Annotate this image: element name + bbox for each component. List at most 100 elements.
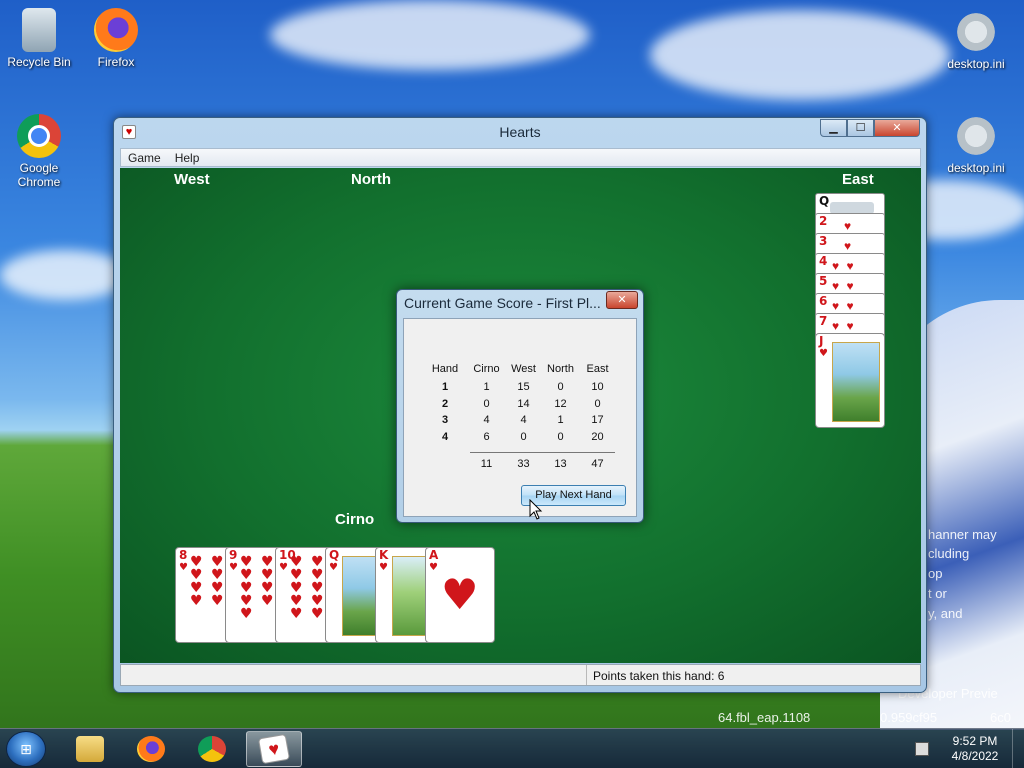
show-desktop-button[interactable] xyxy=(1012,729,1024,768)
card-rank: 5 xyxy=(819,274,828,288)
player-label-west: West xyxy=(174,171,210,188)
window-titlebar[interactable]: ♥ Hearts ▁ ☐ ✕ xyxy=(114,118,926,146)
desktop-icon-label: Firefox xyxy=(97,55,135,69)
card-rank: K xyxy=(379,548,389,562)
points-taken-status: Points taken this hand: 6 xyxy=(593,669,725,683)
taskbar-file-explorer[interactable] xyxy=(62,731,118,767)
desktop-icon-firefox[interactable]: Firefox xyxy=(78,8,154,69)
player-label-east: East xyxy=(842,171,874,188)
maximize-button[interactable]: ☐ xyxy=(847,119,874,137)
dialog-title: Current Game Score - First Pl... xyxy=(404,295,601,311)
action-center-flag-icon[interactable] xyxy=(915,742,929,756)
desktop-icon-label: Google Chrome xyxy=(17,161,61,189)
player-label-south: Cirno xyxy=(335,511,375,528)
card-rank: 8 xyxy=(179,548,188,562)
status-divider xyxy=(586,665,587,685)
firefox-icon xyxy=(94,8,138,52)
desktop-icon-recycle-bin[interactable]: Recycle Bin xyxy=(1,8,77,69)
score-cell: 4 xyxy=(483,414,490,427)
east-taken-card-jack: J ♥ xyxy=(815,333,885,428)
score-cell: 1 xyxy=(483,381,490,394)
score-table: Hand Cirno West North East 1 1 15 0 10 2 xyxy=(422,363,616,445)
jack-face-art xyxy=(832,342,880,422)
card-rank: 7 xyxy=(819,314,828,328)
score-cell: 12 xyxy=(554,397,567,410)
settings-file-icon xyxy=(954,10,998,54)
card-suit: ♥ xyxy=(819,348,828,359)
hearts-icon: ♥ xyxy=(257,733,291,765)
taskbar: ⊞ ♥ 9:52 PM 4/8/2022 xyxy=(0,728,1024,768)
score-row: 2 0 14 12 0 xyxy=(422,396,616,413)
card-pips: ♥ ♥ xyxy=(832,279,856,293)
dialog-body: Hand Cirno West North East 1 1 15 0 10 2 xyxy=(403,318,637,517)
wallpaper-cloud xyxy=(270,0,590,70)
wallpaper-cloud xyxy=(650,10,950,100)
card-pips: ♥ ♥ xyxy=(832,299,856,313)
hand-number: 1 xyxy=(441,381,449,394)
close-button[interactable]: ✕ xyxy=(874,119,920,137)
recycle-bin-icon xyxy=(22,8,56,52)
score-cell: 1 xyxy=(557,414,564,427)
wallpaper-text: t or xyxy=(928,586,947,601)
score-cell: 20 xyxy=(591,430,604,443)
score-cell: 10 xyxy=(591,381,604,394)
wallpaper-text: 6c0 xyxy=(990,710,1011,725)
hand-number: 4 xyxy=(441,430,449,443)
chrome-icon xyxy=(17,114,61,158)
card-suit: ♥ xyxy=(179,562,188,573)
minimize-button[interactable]: ▁ xyxy=(820,119,847,137)
desktop-icon-label: Recycle Bin xyxy=(7,55,71,69)
menu-help[interactable]: Help xyxy=(168,149,207,166)
card-rank: 2 xyxy=(819,214,828,228)
file-explorer-icon xyxy=(76,736,104,762)
score-row: 3 4 4 1 17 xyxy=(422,412,616,429)
hand-number: 3 xyxy=(441,414,449,427)
score-cell: 6 xyxy=(483,430,490,443)
score-row: 1 1 15 0 10 xyxy=(422,379,616,396)
wallpaper-text: cluding xyxy=(928,546,970,561)
window-title: Hearts xyxy=(499,124,541,140)
column-header: East xyxy=(586,363,609,375)
taskbar-hearts[interactable]: ♥ xyxy=(246,731,302,767)
desktop-icon-label: desktop.ini xyxy=(947,161,1005,175)
card-rank: 6 xyxy=(819,294,828,308)
column-header: Cirno xyxy=(473,363,500,375)
score-dialog: Current Game Score - First Pl... ✕ Hand … xyxy=(396,289,644,523)
card-rank: J xyxy=(819,334,824,348)
desktop-icon-chrome[interactable]: Google Chrome xyxy=(1,114,77,189)
ace-heart-icon: ♥ xyxy=(441,570,479,619)
score-cell: 15 xyxy=(517,381,530,394)
wallpaper-text: hanner may xyxy=(928,527,997,542)
taskbar-chrome[interactable] xyxy=(184,731,240,767)
card-pips: ♥ ♥ xyxy=(832,259,856,273)
system-clock[interactable]: 9:52 PM 4/8/2022 xyxy=(945,734,1005,764)
card-pips: ♥ xyxy=(844,219,854,233)
card-rank: A xyxy=(429,548,439,562)
score-cell: 0 xyxy=(520,430,527,443)
desktop-icon-desktop-ini[interactable]: desktop.ini xyxy=(938,10,1014,71)
score-cell: 0 xyxy=(557,381,564,394)
clock-date: 4/8/2022 xyxy=(951,749,999,763)
total-cell: 47 xyxy=(591,458,604,470)
card-suit: ♥ xyxy=(329,562,338,573)
hand-number: 2 xyxy=(441,397,449,410)
taskbar-firefox[interactable] xyxy=(123,731,179,767)
hand-card[interactable]: A ♥ ♥ xyxy=(425,547,495,643)
total-cell: 33 xyxy=(517,458,530,470)
wallpaper-text: 64.fbl_eap.1108 xyxy=(718,710,811,725)
card-suit: ♥ xyxy=(279,562,288,573)
score-cell: 0 xyxy=(483,397,490,410)
start-button[interactable]: ⊞ xyxy=(6,731,46,767)
menu-game[interactable]: Game xyxy=(121,149,168,166)
desktop-icon-label: desktop.ini xyxy=(947,57,1005,71)
desktop-icon-desktop-ini[interactable]: desktop.ini xyxy=(938,114,1014,175)
card-rank: 9 xyxy=(229,548,238,562)
wallpaper-text: op xyxy=(928,566,943,581)
dialog-close-button[interactable]: ✕ xyxy=(606,291,638,309)
card-suit: ♥ xyxy=(379,562,388,573)
card-rank: 4 xyxy=(819,254,828,268)
total-cell: 13 xyxy=(554,458,567,470)
card-rank: Q xyxy=(329,548,340,562)
clock-time: 9:52 PM xyxy=(952,734,998,748)
totals-divider xyxy=(470,452,615,453)
